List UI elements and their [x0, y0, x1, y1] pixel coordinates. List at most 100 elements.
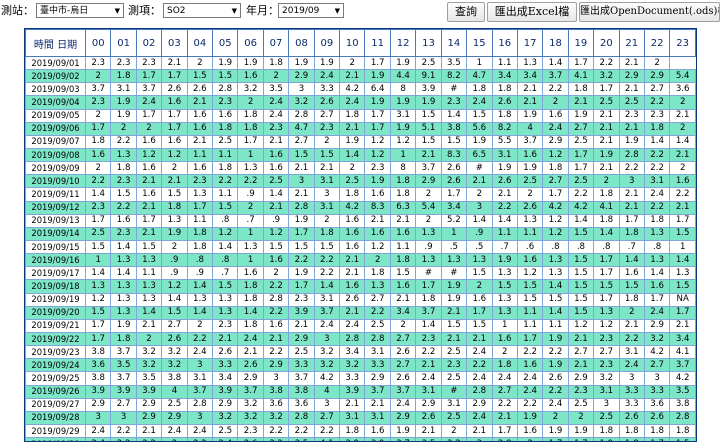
value-cell: 2.1 — [339, 121, 366, 136]
value-cell: 3.3 — [339, 371, 366, 386]
value-cell: 2.1 — [415, 423, 442, 439]
value-cell: 3.2 — [262, 437, 290, 441]
value-cell: 2.2 — [491, 200, 518, 215]
table-row: 2019/09/19 1.2 1.3 1.3 1.4 1.3 1.3 1.8 2.8 2.3 3.1… — [25, 292, 696, 307]
value-cell: 1.6 — [262, 318, 290, 333]
value-cell: 3.7 — [542, 69, 569, 84]
value-cell: 2 — [466, 279, 493, 294]
query-button[interactable]: 查詢 — [447, 2, 485, 22]
date-cell: 2019/09/22 — [25, 331, 86, 347]
value-cell: 1.9 — [110, 318, 137, 333]
value-cell: 1.9 — [491, 161, 518, 176]
value-cell: 2.3 — [110, 55, 137, 71]
value-cell: 1.8 — [466, 82, 493, 97]
value-cell: 1.7 — [669, 213, 696, 228]
hour-header: 19 — [567, 29, 595, 57]
value-cell: 1 — [440, 226, 468, 241]
date-cell: 2019/09/13 — [25, 213, 86, 228]
date-cell: 2019/09/01 — [25, 55, 86, 71]
value-cell: 1.6 — [516, 253, 544, 268]
value-cell: 6.3 — [389, 200, 417, 215]
value-cell: 1 — [466, 55, 493, 71]
table-row: 2019/09/07 1.8 2.2 1.6 1.6 2.1 2.5 1.7 2.1 2.7 2 1.… — [25, 134, 696, 149]
value-cell: 2.5 — [440, 345, 468, 360]
date-cell: 2019/09/19 — [25, 292, 86, 307]
month-select[interactable]: 2019/09 ▼ — [278, 3, 344, 18]
value-cell: 2.6 — [186, 82, 214, 97]
hour-header: 07 — [262, 29, 290, 57]
value-cell: 3.7 — [669, 358, 696, 373]
value-cell: 2.8 — [288, 200, 315, 215]
toolbar: 測站： 臺中市-烏日 ▼ 測項： SO2 ▼ 年月： 2019/09 ▼ 查詢 … — [0, 0, 720, 24]
value-cell: 1.1 — [491, 55, 518, 71]
value-cell: 3.2 — [237, 410, 264, 425]
value-cell: .7 — [618, 239, 645, 255]
value-cell: 1.3 — [643, 226, 671, 241]
table-row: 2019/09/10 2.2 2.3 2.1 2.1 2.3 2.2 2.2 2.5 3 3.1 2.… — [25, 174, 696, 189]
value-cell: 4.7 — [288, 121, 315, 136]
value-cell: 3.1 — [339, 410, 366, 425]
date-cell: 2019/09/24 — [25, 358, 86, 373]
value-cell: 3.2 — [161, 358, 188, 373]
value-cell: 2.6 — [161, 82, 188, 97]
value-cell: .6 — [516, 239, 544, 255]
value-cell: 1.5 — [313, 147, 341, 163]
value-cell: 2.6 — [440, 174, 468, 189]
table-row: 2019/09/06 1.7 2 2 1.7 1.6 1.8 1.8 2.3 4.7 2.3 2.1 1… — [25, 121, 696, 136]
value-cell: 2.2 — [262, 423, 290, 439]
value-cell: 8.3 — [364, 200, 391, 215]
value-cell: 3 — [186, 358, 214, 373]
value-cell: 1.7 — [567, 161, 595, 176]
value-cell: 1.6 — [389, 226, 417, 241]
date-cell: 2019/09/17 — [25, 266, 86, 281]
value-cell: 2.1 — [339, 266, 366, 281]
value-cell: 1.8 — [237, 108, 264, 123]
value-cell: 1.3 — [415, 253, 442, 268]
export-ods-button[interactable]: 匯出成OpenDocument(.ods)檔 — [579, 2, 720, 22]
value-cell: 2.1 — [288, 161, 315, 176]
value-cell: 3 — [186, 410, 214, 425]
station-select[interactable]: 臺中市-烏日 ▼ — [36, 3, 124, 18]
value-cell: 1.4 — [415, 318, 442, 333]
value-cell: 4.4 — [389, 69, 417, 84]
value-cell: 3.1 — [313, 174, 341, 189]
item-select[interactable]: SO2 ▼ — [163, 3, 241, 18]
value-cell: 2.7 — [389, 358, 417, 373]
value-cell: 2.1 — [440, 305, 468, 320]
value-cell: 1.7 — [643, 292, 671, 307]
value-cell: 2 — [135, 121, 163, 136]
value-cell: 2.4 — [389, 397, 417, 412]
value-cell: 2.2 — [643, 147, 671, 163]
value-cell: 2.4 — [542, 397, 569, 412]
value-cell: 1.8 — [491, 358, 518, 373]
value-cell: 1.7 — [237, 134, 264, 149]
value-cell: 2 — [567, 410, 595, 425]
hour-header: 00 — [84, 29, 112, 57]
value-cell: 3.2 — [593, 371, 620, 386]
value-cell: 1.2 — [161, 147, 188, 163]
export-excel-button[interactable]: 匯出成Excel檔 — [487, 2, 577, 22]
value-cell: 1.7 — [593, 253, 620, 268]
value-cell: 1.6 — [135, 187, 163, 202]
date-cell: 2019/09/21 — [25, 318, 86, 333]
value-cell: 2.1 — [669, 108, 696, 123]
value-cell: 1.3 — [212, 292, 239, 307]
date-cell: 2019/09/18 — [25, 279, 86, 294]
value-cell: 2.1 — [415, 147, 442, 163]
value-cell: 2.5 — [212, 423, 239, 439]
value-cell: 2.4 — [212, 437, 239, 441]
value-cell: 1.8 — [110, 331, 137, 347]
value-cell: 2.6 — [440, 161, 468, 176]
value-cell: 1.5 — [567, 253, 595, 268]
value-cell: 1.4 — [542, 55, 569, 71]
value-cell: .9 — [186, 266, 214, 281]
value-cell: 2.8 — [262, 292, 290, 307]
value-cell: 1.5 — [415, 108, 442, 123]
value-cell: 2.3 — [313, 121, 341, 136]
value-cell: 1.5 — [669, 437, 696, 441]
value-cell: 1.9 — [466, 134, 493, 149]
value-cell: 3.2 — [593, 69, 620, 84]
value-cell: 2.3 — [364, 161, 391, 176]
value-cell: 2 — [669, 95, 696, 110]
date-hour-header: 時間 日期 — [25, 29, 86, 57]
